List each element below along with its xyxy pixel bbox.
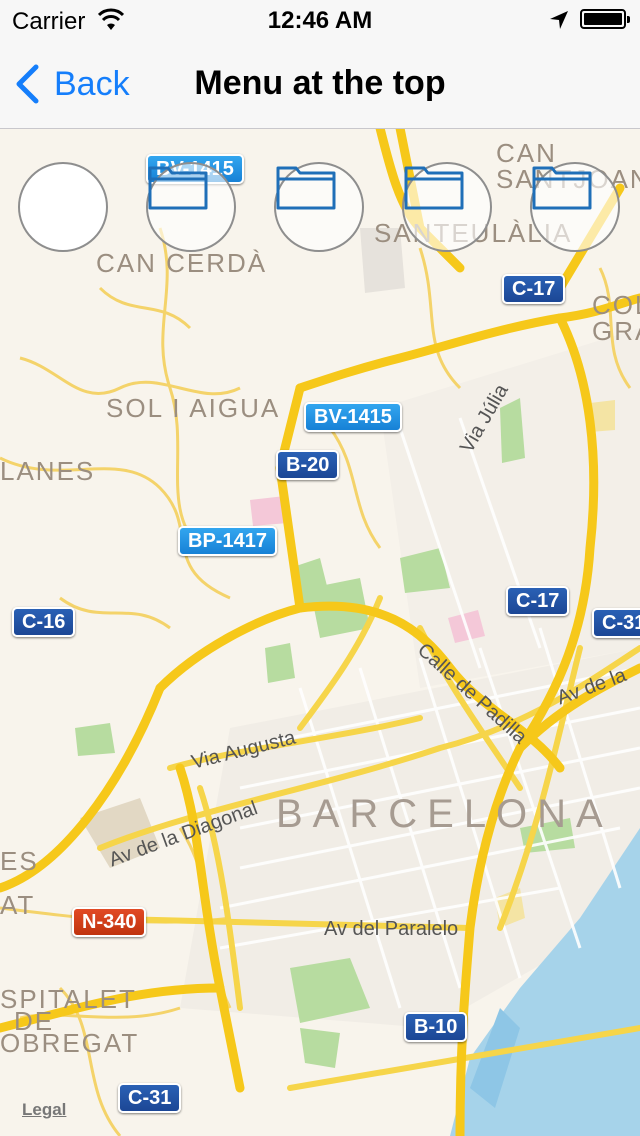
road-shield-c-17: C-17	[506, 586, 570, 616]
road-shield-bp-1417: BP-1417	[178, 526, 277, 556]
road-shield-b-10: B-10	[404, 1012, 468, 1042]
map-view[interactable]: CAN SANTJOAN CAN CERDÀ SANTEULÀLIA SOL I…	[0, 128, 640, 1136]
road-shield-b-20: B-20	[276, 450, 340, 480]
road-shield-c-17: C-17	[502, 274, 566, 304]
map-street-av-paralelo: Av del Paralelo	[324, 918, 459, 940]
back-button-label: Back	[54, 64, 130, 103]
folder-icon	[532, 166, 592, 210]
map-place-can-cerda: CAN CERDÀ	[96, 248, 268, 278]
location-arrow-icon	[550, 11, 568, 29]
map-place-obregat: OBREGAT	[0, 1028, 140, 1058]
map-place-es: ES	[0, 846, 39, 876]
folder-icon	[276, 166, 336, 210]
road-shield-n-340: N-340	[72, 907, 147, 937]
menu-button-folder[interactable]	[402, 162, 492, 252]
map-place-col-gra: COL GRA	[592, 290, 640, 346]
battery-icon	[580, 9, 630, 29]
chevron-left-icon	[16, 64, 39, 104]
folder-icon	[148, 166, 208, 210]
road-shield-bv-1415: BV-1415	[304, 402, 402, 432]
status-time: 12:46 AM	[267, 7, 373, 34]
menu-button-empty[interactable]	[18, 162, 108, 252]
road-shield-c-31: C-31	[118, 1083, 182, 1113]
status-bar: Carrier 12:46 AM	[0, 0, 640, 40]
map-place-at: AT	[0, 890, 36, 920]
menu-button-folder[interactable]	[146, 162, 236, 252]
road-shield-c-31: C-31	[592, 608, 640, 638]
folder-icon	[404, 166, 464, 210]
map-place-sol-i-aigua: SOL I AIGUA	[106, 393, 281, 423]
back-button[interactable]: Back	[14, 62, 130, 106]
legal-link[interactable]: Legal	[22, 1100, 66, 1120]
menu-button-folder[interactable]	[274, 162, 364, 252]
road-shield-c-16: C-16	[12, 607, 76, 637]
navigation-bar: Back Menu at the top	[0, 40, 640, 129]
map-place-barcelona: BARCELONA	[276, 792, 613, 836]
menu-button-folder[interactable]	[530, 162, 620, 252]
map-place-lanes: LANES	[0, 456, 96, 486]
